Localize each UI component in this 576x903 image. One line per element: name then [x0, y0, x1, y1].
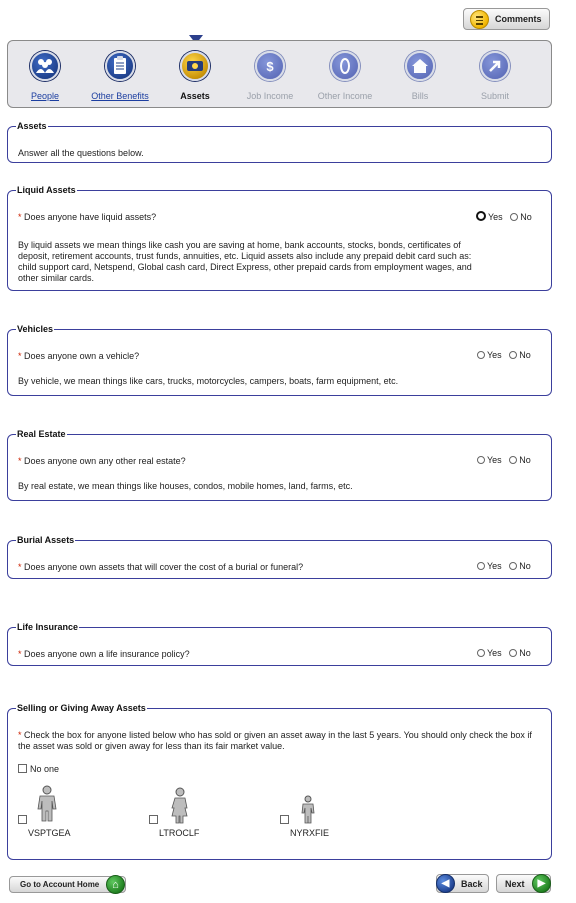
no-option[interactable]: No: [509, 455, 531, 465]
section-legend: Assets: [17, 121, 47, 131]
yes-radio[interactable]: [477, 351, 485, 359]
question-text: Does anyone have liquid assets?: [24, 212, 157, 222]
comments-icon: [470, 10, 489, 29]
no-option[interactable]: No: [509, 350, 531, 360]
yes-no-group: Yes No: [477, 455, 531, 465]
yes-option[interactable]: Yes: [476, 211, 503, 222]
person-checkbox[interactable]: [18, 815, 27, 824]
back-label: Back: [461, 879, 483, 889]
yes-radio[interactable]: [477, 649, 485, 657]
required-marker: *: [18, 649, 22, 659]
question-row: * Check the box for anyone listed below …: [18, 730, 538, 752]
step-submit: Submit: [450, 51, 540, 105]
assets-section: Assets Answer all the questions below.: [7, 121, 552, 163]
next-label: Next: [505, 879, 525, 889]
no-radio[interactable]: [509, 649, 518, 657]
adult-male-icon: [37, 785, 57, 822]
comments-label: Comments: [495, 14, 542, 24]
yes-radio[interactable]: [476, 211, 486, 221]
question-text: Does anyone own assets that will cover t…: [24, 562, 304, 572]
coin-icon: [330, 51, 360, 81]
required-marker: *: [18, 456, 22, 466]
required-marker: *: [18, 351, 22, 361]
yes-option[interactable]: Yes: [477, 455, 502, 465]
person-checkbox[interactable]: [149, 815, 158, 824]
home-icon: ⌂: [106, 875, 125, 894]
step-label: Submit: [480, 91, 509, 101]
house-icon: [405, 51, 435, 81]
required-marker: *: [18, 212, 22, 222]
question-text: Does anyone own a life insurance policy?: [24, 649, 190, 659]
no-option[interactable]: No: [509, 561, 531, 571]
no-one-option[interactable]: No one: [18, 764, 59, 774]
child-icon: [301, 795, 315, 824]
question-text: Check the box for anyone listed below wh…: [18, 730, 532, 751]
vehicles-note: By vehicle, we mean things like cars, tr…: [18, 376, 399, 386]
question-text: Does anyone own a vehicle?: [24, 351, 140, 361]
next-arrow-icon: ▶: [532, 874, 551, 893]
real-estate-section: Real Estate * Does anyone own any other …: [7, 429, 552, 501]
go-to-account-home-button[interactable]: Go to Account Home ⌂: [9, 875, 126, 894]
yes-radio[interactable]: [477, 456, 485, 464]
next-button[interactable]: Next ▶: [496, 874, 551, 893]
life-insurance-section: Life Insurance * Does anyone own a life …: [7, 622, 552, 666]
person-checkbox[interactable]: [280, 815, 289, 824]
yes-no-group: Yes No: [477, 561, 531, 571]
no-one-label: No one: [30, 764, 60, 774]
home-label: Go to Account Home: [20, 880, 100, 889]
yes-no-group: Yes No: [477, 648, 531, 658]
no-radio[interactable]: [509, 456, 518, 464]
required-marker: *: [18, 730, 22, 740]
no-one-checkbox[interactable]: [18, 764, 27, 773]
person-option[interactable]: VSPTGEA: [18, 785, 108, 845]
question-row: * Does anyone have liquid assets?: [18, 212, 156, 222]
question-row: * Does anyone own a life insurance polic…: [18, 649, 190, 659]
section-legend: Liquid Assets: [17, 185, 76, 195]
person-name: NYRXFIE: [290, 828, 330, 838]
back-button[interactable]: ◀ Back: [436, 874, 489, 893]
person-name: VSPTGEA: [28, 828, 71, 838]
back-arrow-icon: ◀: [436, 874, 455, 893]
yes-no-group: Yes No: [477, 350, 531, 360]
section-legend: Real Estate: [17, 429, 66, 439]
question-row: * Does anyone own a vehicle?: [18, 351, 139, 361]
no-radio[interactable]: [509, 351, 518, 359]
yes-radio[interactable]: [477, 562, 485, 570]
money-icon: [180, 51, 210, 81]
yes-option[interactable]: Yes: [477, 561, 502, 571]
clipboard-icon: [105, 51, 135, 81]
assets-instruction: Answer all the questions below.: [18, 148, 144, 158]
section-legend: Vehicles: [17, 324, 54, 334]
no-radio[interactable]: [510, 213, 519, 221]
progress-nav: People Other Benefits Assets $ Job Incom…: [7, 40, 552, 108]
liquid-assets-section: Liquid Assets * Does anyone have liquid …: [7, 185, 552, 291]
real-estate-note: By real estate, we mean things like hous…: [18, 481, 353, 491]
no-option[interactable]: No: [509, 648, 531, 658]
person-option[interactable]: LTROCLF: [149, 785, 239, 845]
question-row: * Does anyone own any other real estate?: [18, 456, 186, 466]
no-radio[interactable]: [509, 562, 518, 570]
no-option[interactable]: No: [510, 212, 532, 222]
question-text: Does anyone own any other real estate?: [24, 456, 186, 466]
question-row: * Does anyone own assets that will cover…: [18, 562, 303, 572]
dollar-icon: $: [255, 51, 285, 81]
people-icon: [30, 51, 60, 81]
burial-assets-section: Burial Assets * Does anyone own assets t…: [7, 535, 552, 579]
yes-option[interactable]: Yes: [477, 350, 502, 360]
section-legend: Selling or Giving Away Assets: [17, 703, 146, 713]
section-legend: Life Insurance: [17, 622, 79, 632]
selling-assets-section: Selling or Giving Away Assets * Check th…: [7, 703, 552, 860]
section-legend: Burial Assets: [17, 535, 75, 545]
person-option[interactable]: NYRXFIE: [280, 785, 370, 845]
submit-arrow-icon: [480, 51, 510, 81]
yes-option[interactable]: Yes: [477, 648, 502, 658]
person-name: LTROCLF: [159, 828, 200, 838]
adult-female-icon: [171, 787, 188, 824]
comments-button[interactable]: Comments: [463, 8, 550, 30]
vehicles-section: Vehicles * Does anyone own a vehicle? Ye…: [7, 324, 552, 396]
yes-no-group: Yes No: [476, 211, 532, 222]
required-marker: *: [18, 562, 22, 572]
liquid-note: By liquid assets we mean things like cas…: [18, 240, 472, 283]
